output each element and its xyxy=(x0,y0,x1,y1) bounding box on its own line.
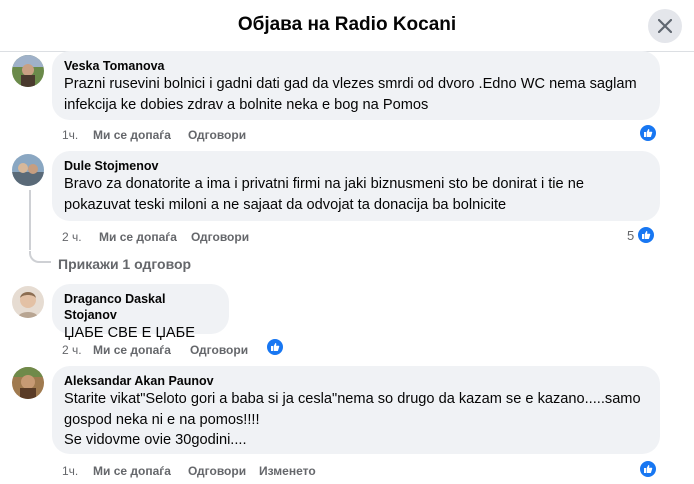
comment-text-line: ЏАБЕ СВЕ Е ЏАБЕ xyxy=(64,325,195,341)
comment-actions: 2 ч. Ми се допаѓа Одговори xyxy=(62,230,249,244)
comment-text-line: Prazni rusevini bolnici i gadni dati gad… xyxy=(64,76,637,92)
comment-actions: 1ч. Ми се допаѓа Одговори Изменето xyxy=(62,464,316,478)
comment-author[interactable]: Aleksandar Akan Paunov xyxy=(64,373,648,389)
comment-actions: 2 ч. Ми се допаѓа Одговори xyxy=(62,343,248,357)
comment-text-line: Bravo za donatorite a ima i privatni fir… xyxy=(64,176,584,192)
comment-time[interactable]: 1ч. xyxy=(62,128,93,142)
reaction-count: 5 xyxy=(627,227,635,243)
comment-text-line: gospod neka ni e na pomos!!!! xyxy=(64,411,260,428)
comment-bubble: Veska Tomanova Prazni rusevini bolnici i… xyxy=(52,51,660,120)
comment-text-line: infekcija ke dobies zdrav a bolnite neka… xyxy=(64,96,429,113)
like-button[interactable]: Ми се допаѓа xyxy=(99,230,191,244)
comment-text-line: pokazuvat teski miloni a ne sajaat da od… xyxy=(64,196,507,213)
like-reaction-icon xyxy=(637,226,656,244)
reaction-summary[interactable] xyxy=(639,124,657,142)
reply-button[interactable]: Одговори xyxy=(188,128,246,142)
comment-time[interactable]: 2 ч. xyxy=(62,343,93,357)
reply-button[interactable]: Одговори xyxy=(188,464,259,478)
like-button[interactable]: Ми се допаѓа xyxy=(93,464,188,478)
comment-bubble: Dule Stojmenov Bravo za donatorite a ima… xyxy=(52,151,660,221)
avatar[interactable] xyxy=(12,286,44,318)
reply-button[interactable]: Одговори xyxy=(191,230,249,244)
comment-author[interactable]: Dule Stojmenov xyxy=(64,158,648,174)
dialog-header: Објава на Radio Kocani xyxy=(0,0,694,52)
comment-author[interactable]: Veska Tomanova xyxy=(64,58,648,74)
avatar[interactable] xyxy=(12,55,44,87)
comment-author[interactable]: Draganco Daskal Stojanov xyxy=(64,291,217,323)
comment-time[interactable]: 1ч. xyxy=(62,464,93,478)
close-icon xyxy=(658,19,672,33)
close-button[interactable] xyxy=(648,9,682,43)
like-reaction-icon xyxy=(266,338,284,356)
comment-actions: 1ч. Ми се допаѓа Одговори xyxy=(62,128,246,142)
thread-line xyxy=(29,190,31,250)
dialog-title: Објава на Radio Kocani xyxy=(237,14,457,35)
comment-bubble: Draganco Daskal Stojanov ЏАБЕ СВЕ Е ЏАБЕ xyxy=(52,284,229,341)
reaction-summary[interactable] xyxy=(266,338,284,356)
avatar[interactable] xyxy=(12,367,44,399)
avatar[interactable] xyxy=(12,154,44,186)
comment-time[interactable]: 2 ч. xyxy=(62,230,99,244)
comment-bubble: Aleksandar Akan Paunov Starite vikat"Sel… xyxy=(52,366,660,454)
like-button[interactable]: Ми се допаѓа xyxy=(93,128,188,142)
edited-label[interactable]: Изменето xyxy=(259,464,316,478)
reply-button[interactable]: Одговори xyxy=(190,343,248,357)
like-reaction-icon xyxy=(639,124,657,142)
reaction-summary[interactable] xyxy=(639,460,657,478)
like-reaction-icon xyxy=(639,460,657,478)
reaction-summary[interactable]: 5 xyxy=(627,226,656,244)
thread-connector xyxy=(29,251,51,263)
like-button[interactable]: Ми се допаѓа xyxy=(93,343,190,357)
comment-text-line: Se vidovme ovie 30godini.... xyxy=(64,432,247,448)
comment-text-line: Starite vikat"Seloto gori a baba si ja c… xyxy=(64,391,641,407)
view-replies-link[interactable]: Прикажи 1 одговор xyxy=(58,256,191,272)
